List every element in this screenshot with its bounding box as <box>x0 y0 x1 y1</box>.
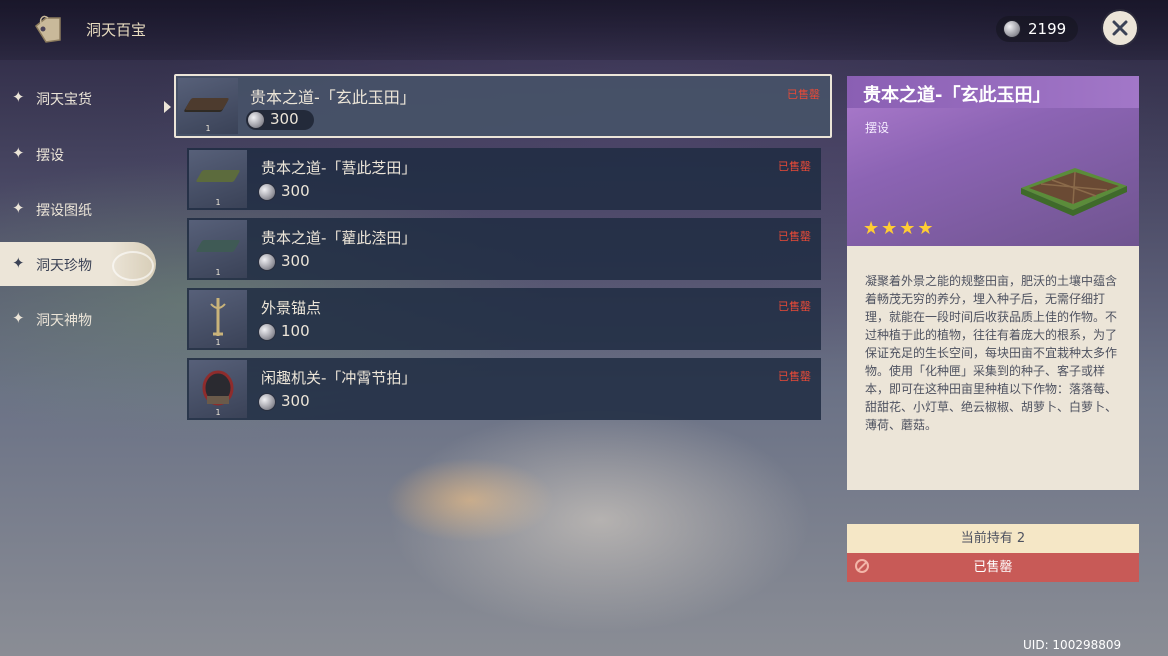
item-price: 300 <box>246 110 314 130</box>
list-item[interactable]: 1 贵本之道-「玄此玉田」 300 已售罄 <box>174 74 832 138</box>
item-name: 贵本之道-「玄此玉田」 <box>250 88 416 107</box>
ban-icon <box>855 559 869 573</box>
detail-category: 摆设 <box>865 121 890 135</box>
coin-icon <box>248 112 264 128</box>
uid-label: UID: 100298809 <box>1023 638 1122 652</box>
list-item[interactable]: 1 贵本之道-「䓊此芝田」 300 已售罄 <box>187 148 821 210</box>
sparkle-icon: ✦ <box>12 254 25 272</box>
sidebar-item-label: 洞天神物 <box>36 313 92 329</box>
sidebar-item-blueprints[interactable]: ✦ 摆设图纸 <box>0 187 150 231</box>
sparkle-icon: ✦ <box>12 309 25 327</box>
close-button[interactable] <box>1103 11 1137 45</box>
coin-icon <box>259 184 275 200</box>
item-thumbnail: 1 <box>189 220 247 278</box>
item-thumbnail: 1 <box>189 290 247 348</box>
detail-header: 贵本之道-「玄此玉田」 摆设 ★★★★ <box>847 76 1139 246</box>
list-item[interactable]: 1 外景锚点 100 已售罄 <box>187 288 821 350</box>
item-thumbnail: 1 <box>189 360 247 418</box>
sparkle-icon: ✦ <box>12 144 25 162</box>
item-name: 外景锚点 <box>261 299 322 317</box>
soldout-button-label: 已售罄 <box>973 560 1013 575</box>
item-thumbnail: 1 <box>189 150 247 208</box>
page-title: 洞天百宝 <box>86 21 147 39</box>
detail-title: 贵本之道-「玄此玉田」 <box>863 85 1051 106</box>
soldout-badge: 已售罄 <box>778 370 811 383</box>
coin-icon <box>259 324 275 340</box>
item-thumbnail: 1 <box>178 78 238 134</box>
sidebar-item-divine-items[interactable]: ✦ 洞天神物 <box>0 297 150 341</box>
list-item[interactable]: 1 贵本之道-「藋此淕田」 300 已售罄 <box>187 218 821 280</box>
selection-pointer-icon <box>164 101 171 113</box>
sidebar-item-label: 摆设图纸 <box>36 203 92 219</box>
item-description: 凝聚着外景之能的规整田亩，肥沃的土壤中蕴含着畅茂无穷的养分，埋入种子后，无需仔细… <box>847 246 1139 490</box>
item-name: 闲趣机关-「冲霄节拍」 <box>261 369 417 387</box>
sidebar-item-label: 洞天宝货 <box>36 92 92 108</box>
list-item[interactable]: 1 闲趣机关-「冲霄节拍」 300 已售罄 <box>187 358 821 420</box>
selection-ornament <box>112 251 154 281</box>
coin-icon <box>259 394 275 410</box>
soldout-badge: 已售罄 <box>787 88 820 101</box>
currency-value: 2199 <box>1028 20 1067 38</box>
soldout-badge: 已售罄 <box>778 300 811 313</box>
item-name: 贵本之道-「藋此淕田」 <box>261 229 417 247</box>
sparkle-icon: ✦ <box>12 88 25 106</box>
owned-count: 当前持有 2 <box>847 524 1139 553</box>
rarity-stars: ★★★★ <box>863 218 936 239</box>
coin-icon <box>1004 21 1020 37</box>
field-plot-image <box>1015 164 1131 216</box>
top-bar: 洞天百宝 2199 <box>0 0 1168 60</box>
sidebar-item-treasures[interactable]: ✦ 洞天宝货 <box>0 76 150 120</box>
tag-icon <box>30 12 66 48</box>
sidebar-item-furnishings[interactable]: ✦ 摆设 <box>0 132 150 176</box>
soldout-badge: 已售罄 <box>778 160 811 173</box>
sparkle-icon: ✦ <box>12 199 25 217</box>
sidebar-item-label: 摆设 <box>36 148 64 164</box>
sidebar-item-rare-items[interactable]: ✦ 洞天珍物 <box>0 242 156 286</box>
soldout-button[interactable]: 已售罄 <box>847 553 1139 582</box>
sidebar-item-label: 洞天珍物 <box>36 258 92 274</box>
soldout-badge: 已售罄 <box>778 230 811 243</box>
currency-display: 2199 <box>996 16 1078 42</box>
item-name: 贵本之道-「䓊此芝田」 <box>261 159 417 177</box>
coin-icon <box>259 254 275 270</box>
